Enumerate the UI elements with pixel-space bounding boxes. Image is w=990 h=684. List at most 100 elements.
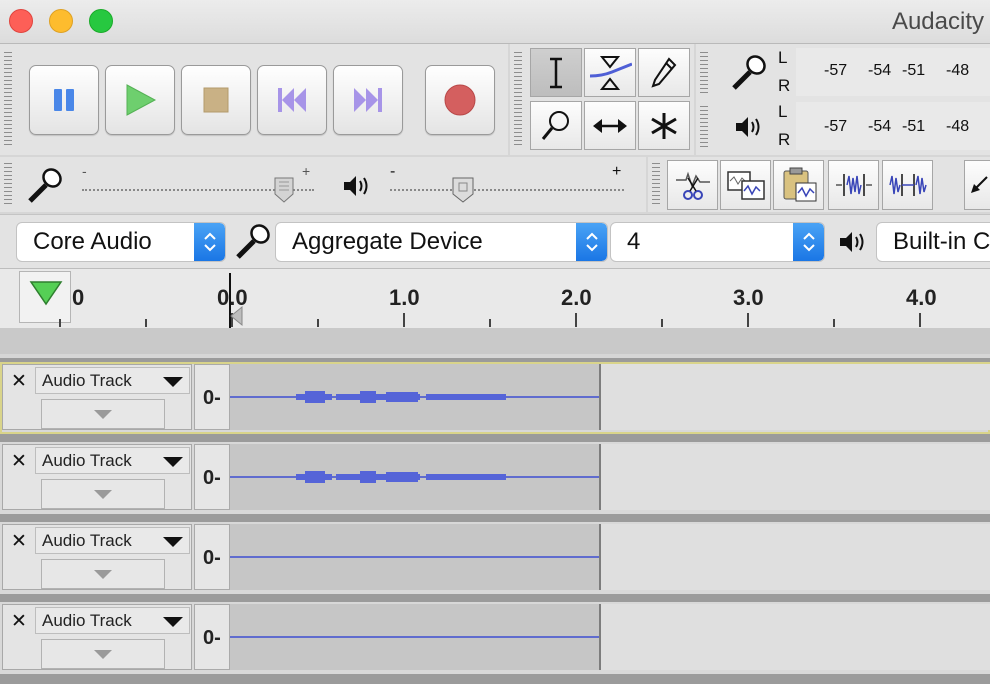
record-button[interactable] bbox=[425, 65, 495, 135]
waveform-area[interactable] bbox=[230, 604, 990, 670]
slider-thumb[interactable] bbox=[452, 177, 474, 203]
meter-tick: -48 bbox=[946, 62, 970, 79]
play-button[interactable] bbox=[105, 65, 175, 135]
playback-meter[interactable]: -57 -54 -51 -48 bbox=[796, 102, 990, 150]
audio-track[interactable]: ✕ Audio Track 0- bbox=[0, 602, 990, 674]
slider-min-label: - bbox=[390, 163, 396, 180]
track-name-menu-button[interactable]: Audio Track bbox=[35, 367, 190, 394]
close-track-button[interactable]: ✕ bbox=[6, 608, 32, 634]
draw-tool-button[interactable] bbox=[638, 48, 690, 97]
slider-track bbox=[390, 189, 624, 192]
meter-tick: -54 bbox=[868, 62, 892, 79]
collapse-track-button[interactable] bbox=[41, 399, 165, 429]
i-beam-icon bbox=[550, 57, 562, 88]
recording-device-select[interactable]: Aggregate Device bbox=[275, 222, 608, 262]
track-name-menu-button[interactable]: Audio Track bbox=[35, 607, 190, 634]
ruler-tick bbox=[747, 313, 749, 327]
track-name-menu-button[interactable]: Audio Track bbox=[35, 527, 190, 554]
waveform-area[interactable] bbox=[230, 524, 990, 590]
meter-tick: -51 bbox=[902, 62, 926, 79]
audio-clip[interactable] bbox=[230, 604, 601, 670]
undo-button[interactable] bbox=[964, 160, 990, 210]
close-icon: ✕ bbox=[11, 530, 27, 552]
close-window-button[interactable] bbox=[9, 9, 33, 33]
collapse-track-button[interactable] bbox=[41, 559, 165, 589]
ruler-label: 3.0 bbox=[733, 285, 764, 310]
collapse-track-button[interactable] bbox=[41, 479, 165, 509]
track-name: Audio Track bbox=[42, 531, 132, 550]
selection-tool-button[interactable] bbox=[530, 48, 582, 97]
collapse-track-button[interactable] bbox=[41, 639, 165, 669]
track-name: Audio Track bbox=[42, 371, 132, 390]
playback-meter-speaker-button[interactable] bbox=[734, 114, 764, 145]
dropdown-triangle-icon bbox=[163, 377, 183, 387]
ruler-tick bbox=[59, 319, 61, 327]
track-name-menu-button[interactable]: Audio Track bbox=[35, 447, 190, 474]
output-volume-slider[interactable]: - + bbox=[390, 163, 630, 207]
zoom-window-button[interactable] bbox=[89, 9, 113, 33]
audio-host-select[interactable]: Core Audio bbox=[16, 222, 226, 262]
toolbar-grip[interactable] bbox=[652, 163, 660, 207]
input-volume-slider[interactable]: - + bbox=[82, 163, 322, 207]
collapse-arrow-icon bbox=[94, 570, 112, 579]
recording-channels-select[interactable]: 4 bbox=[610, 222, 825, 262]
slider-max-label: + bbox=[612, 163, 622, 180]
ruler-tick bbox=[833, 319, 835, 327]
toolbar-grip[interactable] bbox=[4, 163, 12, 207]
toolbar-grip[interactable] bbox=[4, 52, 12, 147]
time-shift-tool-button[interactable] bbox=[584, 101, 636, 150]
track-empty-space[interactable] bbox=[601, 604, 990, 670]
pause-button[interactable] bbox=[29, 65, 99, 135]
trim-audio-button[interactable] bbox=[828, 160, 879, 210]
toolbar-grip[interactable] bbox=[700, 52, 708, 94]
close-track-button[interactable]: ✕ bbox=[6, 528, 32, 554]
audio-clip[interactable] bbox=[230, 524, 601, 590]
silence-icon bbox=[888, 174, 927, 196]
skip-to-start-button[interactable] bbox=[257, 65, 327, 135]
dropdown-triangle-icon bbox=[163, 457, 183, 467]
audio-track[interactable]: ✕ Audio Track 0- bbox=[0, 442, 990, 514]
skip-to-end-button[interactable] bbox=[333, 65, 403, 135]
track-empty-space[interactable] bbox=[601, 364, 990, 430]
track-empty-space[interactable] bbox=[601, 444, 990, 510]
audio-host-value: Core Audio bbox=[33, 228, 152, 255]
waveform-graphic bbox=[230, 556, 599, 558]
slider-thumb-icon bbox=[274, 177, 294, 203]
pin-play-head-button[interactable] bbox=[19, 271, 71, 323]
edit-toolbar bbox=[648, 157, 990, 212]
audio-clip[interactable] bbox=[230, 364, 601, 430]
meter-channel-label: R bbox=[778, 76, 791, 95]
slider-thumb[interactable] bbox=[274, 177, 294, 203]
audio-track[interactable]: ✕ Audio Track 0- bbox=[0, 522, 990, 594]
toolbar-grip[interactable] bbox=[700, 106, 708, 148]
zero-label: 0- bbox=[203, 467, 221, 489]
envelope-tool-button[interactable] bbox=[584, 48, 636, 97]
audio-clip[interactable] bbox=[230, 444, 601, 510]
timeline-ruler[interactable]: 0 0.0 1.0 2.0 3.0 4.0 bbox=[0, 268, 990, 329]
waveform-graphic bbox=[230, 471, 599, 483]
close-track-button[interactable]: ✕ bbox=[6, 448, 32, 474]
recording-meter-mic-button[interactable] bbox=[728, 54, 768, 99]
audio-track[interactable]: ✕ Audio Track 0- bbox=[0, 362, 990, 434]
stop-button[interactable] bbox=[181, 65, 251, 135]
track-empty-space[interactable] bbox=[601, 524, 990, 590]
zoom-tool-button[interactable] bbox=[530, 101, 582, 150]
silence-audio-button[interactable] bbox=[882, 160, 933, 210]
play-icon bbox=[126, 84, 157, 116]
speaker-icon bbox=[736, 117, 760, 137]
copy-button[interactable] bbox=[720, 160, 771, 210]
play-head-triangle-icon bbox=[29, 281, 63, 306]
close-track-button[interactable]: ✕ bbox=[6, 368, 32, 394]
waveform-graphic bbox=[230, 391, 599, 403]
recording-meter[interactable]: -57 -54 -51 -48 bbox=[796, 48, 990, 96]
playback-device-select[interactable]: Built-in C bbox=[876, 222, 990, 262]
waveform-area[interactable] bbox=[230, 364, 990, 430]
ruler-tick bbox=[489, 319, 491, 327]
toolbar-grip[interactable] bbox=[514, 52, 522, 147]
cut-button[interactable] bbox=[667, 160, 718, 210]
waveform-area[interactable] bbox=[230, 444, 990, 510]
multi-tool-button[interactable] bbox=[638, 101, 690, 150]
minimize-window-button[interactable] bbox=[49, 9, 73, 33]
slider-max-label: + bbox=[302, 163, 311, 179]
paste-button[interactable] bbox=[773, 160, 824, 210]
